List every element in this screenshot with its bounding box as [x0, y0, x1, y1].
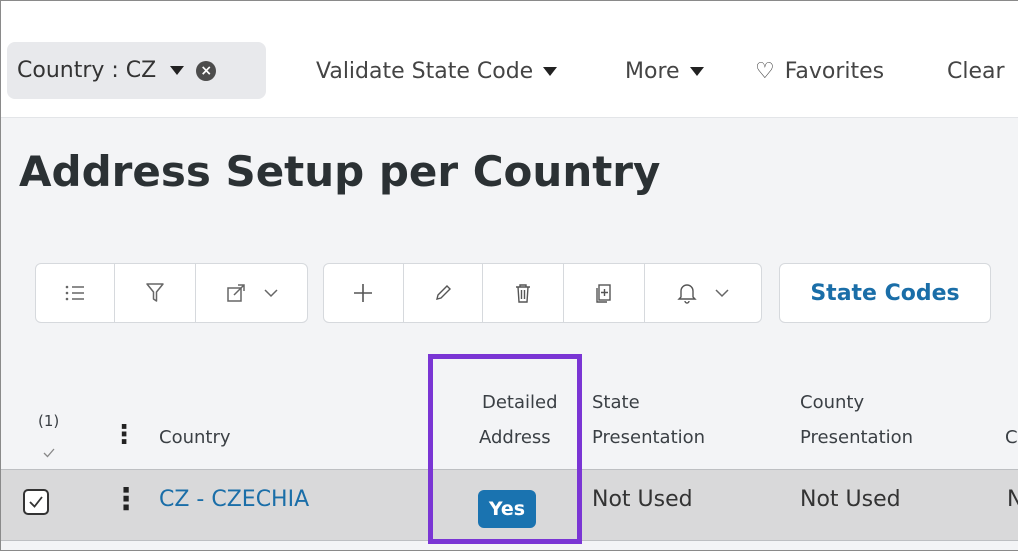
duplicate-record-button[interactable] — [564, 264, 645, 322]
column-options-icon[interactable]: ⋮ — [111, 420, 137, 450]
column-header-state-line2[interactable]: Presentation — [592, 421, 705, 455]
duplicate-icon — [596, 284, 611, 303]
row-actions-icon[interactable]: ⋮ — [111, 482, 141, 517]
state-presentation-cell: Not Used — [592, 487, 693, 512]
export-menu-button[interactable] — [196, 264, 307, 322]
divider — [1, 117, 1018, 118]
row-checkbox[interactable] — [23, 489, 49, 515]
favorites-label: Favorites — [784, 58, 885, 84]
chevron-down-icon — [689, 66, 704, 76]
country-link[interactable]: CZ - CZECHIA — [159, 487, 309, 512]
clear-label: Clear — [947, 58, 1005, 84]
clear-button[interactable]: Clear — [947, 55, 1005, 87]
plus-icon — [354, 284, 373, 302]
heart-icon: ♡ — [755, 58, 775, 84]
list-icon — [65, 285, 84, 301]
validate-state-code-menu[interactable]: Validate State Code — [316, 55, 558, 87]
trash-icon — [516, 284, 531, 303]
column-header-state-line1[interactable]: State — [592, 386, 640, 420]
notifications-menu-button[interactable] — [645, 264, 761, 322]
next-column-partial-cell: N — [1007, 487, 1018, 512]
chevron-down-icon — [543, 66, 558, 76]
validate-state-code-label: Validate State Code — [316, 58, 534, 84]
command-bar: Country : CZ × Validate State Code More … — [1, 1, 1018, 117]
filter-button[interactable] — [115, 264, 196, 322]
county-presentation-cell: Not Used — [800, 487, 901, 512]
app-frame: Country : CZ × Validate State Code More … — [0, 0, 1018, 551]
more-menu[interactable]: More — [625, 55, 704, 87]
selection-count: (1) — [38, 412, 60, 430]
column-header-country[interactable]: Country — [159, 421, 231, 455]
delete-record-button[interactable] — [483, 264, 564, 322]
check-icon — [43, 448, 55, 458]
export-icon — [226, 284, 245, 302]
detailed-address-highlight — [428, 354, 582, 544]
clear-filter-icon[interactable]: × — [196, 60, 217, 81]
add-record-button[interactable] — [324, 264, 404, 322]
bell-icon — [677, 284, 697, 304]
column-header-county-line2[interactable]: Presentation — [800, 421, 913, 455]
country-filter-chip[interactable]: Country : CZ × — [7, 42, 266, 99]
edit-record-button[interactable] — [404, 264, 484, 322]
more-label: More — [625, 58, 680, 84]
pencil-icon — [435, 285, 451, 300]
chevron-down-icon[interactable] — [170, 66, 185, 75]
view-toolbar — [35, 263, 308, 323]
filter-label: Country : CZ — [17, 58, 157, 83]
column-header-next-partial[interactable]: C — [1005, 421, 1018, 455]
filter-icon — [146, 283, 164, 302]
check-icon — [29, 496, 43, 508]
favorites-button[interactable]: ♡ Favorites — [755, 55, 884, 87]
record-toolbar — [323, 263, 762, 323]
chevron-down-icon — [263, 289, 278, 298]
state-codes-button[interactable]: State Codes — [779, 263, 991, 323]
page-title: Address Setup per Country — [19, 147, 661, 196]
list-view-button[interactable] — [36, 264, 115, 322]
column-header-county-line1[interactable]: County — [800, 386, 864, 420]
chevron-down-icon — [715, 289, 729, 298]
